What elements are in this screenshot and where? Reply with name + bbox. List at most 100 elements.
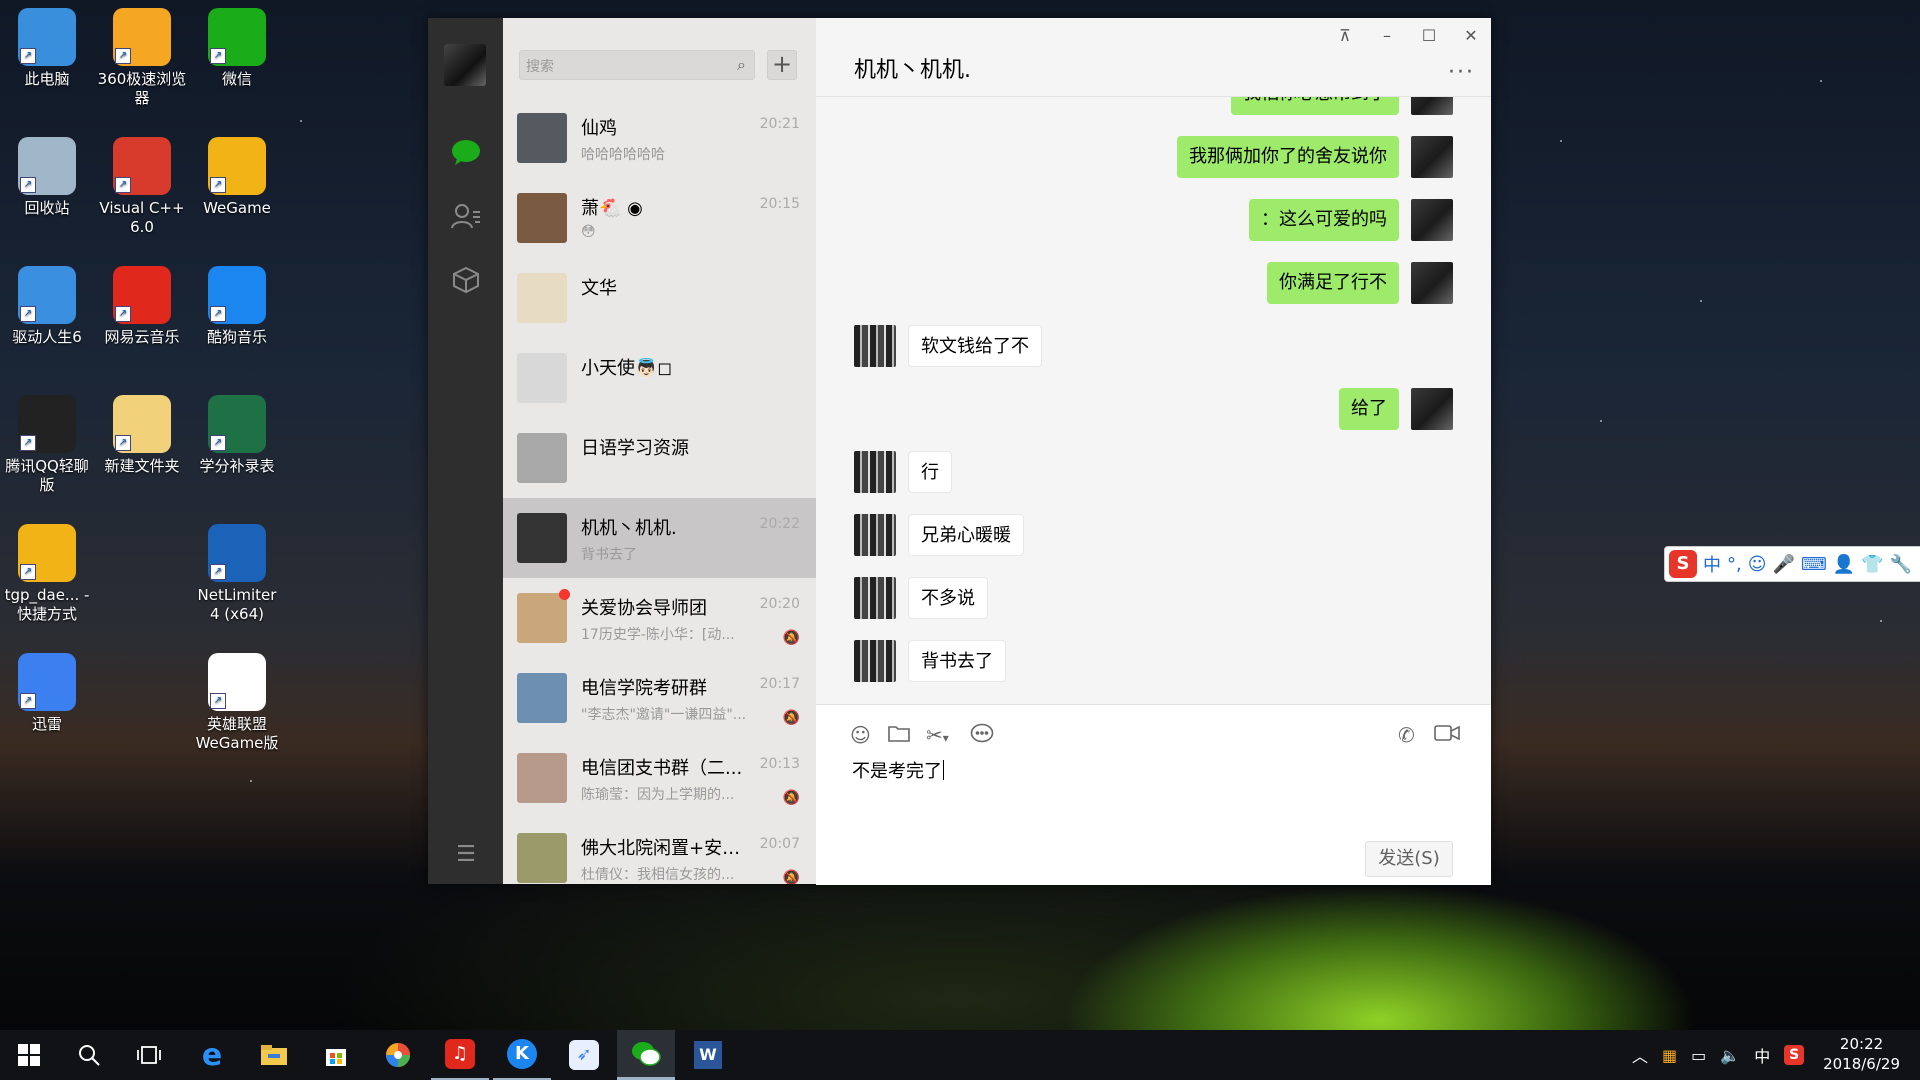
desktop-icon[interactable]: ↗ 迅雷: [2, 653, 92, 734]
desktop-icon[interactable]: ↗ 微信: [192, 8, 282, 89]
ime-toolbar[interactable]: S 中 °, ☺ 🎤 ⌨ 👤 👕 🔧: [1664, 546, 1920, 582]
desktop-icon[interactable]: ↗ WeGame: [192, 137, 282, 218]
netease-music-taskbar-icon[interactable]: ♫: [431, 1030, 489, 1080]
desktop-icon[interactable]: ↗ 酷狗音乐: [192, 266, 282, 347]
close-button[interactable]: ✕: [1459, 26, 1483, 45]
wechat-taskbar-icon[interactable]: [617, 1030, 675, 1080]
desktop-icon[interactable]: ↗ 学分补录表: [192, 395, 282, 476]
search-input[interactable]: 搜索 ⌕: [519, 50, 755, 80]
chat-list-item[interactable]: 佛大北院闲置+安利... 杜倩仪：我相信女孩的... 20:07 🔕: [503, 818, 816, 884]
my-message-avatar[interactable]: [1411, 97, 1453, 115]
message-bubble[interactable]: 你满足了行不: [1267, 262, 1399, 304]
ime-skin-shirt-icon[interactable]: 👕: [1861, 554, 1883, 575]
chat-list-item[interactable]: 萧🐔 ◉ 😳 20:15: [503, 178, 816, 258]
minimize-button[interactable]: –: [1375, 26, 1399, 45]
edge-browser-icon[interactable]: e: [183, 1030, 241, 1080]
message-bubble[interactable]: 不多说: [908, 577, 988, 619]
input-language-indicator[interactable]: 中: [1754, 1043, 1770, 1067]
my-message-avatar[interactable]: [1411, 136, 1453, 178]
browser-360-taskbar-icon[interactable]: [369, 1030, 427, 1080]
desktop-icon[interactable]: ↗ 回收站: [2, 137, 92, 218]
desktop-icon-label: 酷狗音乐: [206, 328, 267, 346]
start-button[interactable]: [0, 1030, 58, 1080]
ime-microphone-icon[interactable]: 🎤: [1773, 554, 1795, 575]
tray-expand-chevron-icon[interactable]: ︿: [1632, 1043, 1648, 1067]
taskbar-clock[interactable]: 20:22 2018/6/29: [1823, 1034, 1900, 1074]
menu-icon[interactable]: ☰: [448, 836, 484, 872]
contact-message-avatar[interactable]: [854, 451, 896, 493]
desktop-icon[interactable]: ↗ NetLimiter 4 (x64): [192, 524, 282, 624]
ime-settings-wrench-icon[interactable]: 🔧: [1890, 554, 1912, 575]
contact-message-avatar[interactable]: [854, 640, 896, 682]
message-bubble[interactable]: 我怕你心急吊到了: [1231, 97, 1399, 115]
video-call-icon[interactable]: [1434, 723, 1460, 747]
my-message-avatar[interactable]: [1411, 262, 1453, 304]
add-chat-button[interactable]: +: [767, 50, 797, 80]
my-message-avatar[interactable]: [1411, 199, 1453, 241]
desktop-icon[interactable]: ↗ Visual C++ 6.0: [97, 137, 187, 237]
ime-user-icon[interactable]: 👤: [1833, 554, 1855, 575]
desktop-icon[interactable]: ↗ 英雄联盟 WeGame版: [192, 653, 282, 753]
contact-message-avatar[interactable]: [854, 514, 896, 556]
chat-list-item[interactable]: 日语学习资源: [503, 418, 816, 498]
chat-bubble-icon[interactable]: [448, 134, 484, 170]
file-explorer-icon[interactable]: [245, 1030, 303, 1080]
store-icon[interactable]: [307, 1030, 365, 1080]
word-taskbar-icon[interactable]: W: [679, 1030, 737, 1080]
search-taskbar-icon[interactable]: [60, 1030, 118, 1080]
desktop-icon[interactable]: ↗ 腾讯QQ轻聊版: [2, 395, 92, 495]
message-bubble[interactable]: 给了: [1339, 388, 1399, 430]
chat-list-item[interactable]: 电信团支书群（二... 陈瑜莹：因为上学期的... 20:13 🔕: [503, 738, 816, 818]
message-bubble[interactable]: 我那俩加你了的舍友说你: [1177, 136, 1399, 178]
kugou-taskbar-icon[interactable]: K: [493, 1030, 551, 1080]
desktop-icon[interactable]: ↗ 驱动人生6: [2, 266, 92, 347]
favorites-box-icon[interactable]: [448, 262, 484, 298]
ime-punctuation-toggle[interactable]: °,: [1727, 554, 1742, 575]
maximize-button[interactable]: ☐: [1417, 26, 1441, 45]
chat-list-item[interactable]: 机机丶机机. 背书去了 20:22: [503, 498, 816, 578]
sogou-tray-icon[interactable]: S: [1784, 1045, 1805, 1065]
my-avatar[interactable]: [444, 44, 486, 86]
message-bubble[interactable]: 背书去了: [908, 640, 1006, 682]
volume-icon[interactable]: 🔈: [1720, 1046, 1740, 1065]
send-button[interactable]: 发送(S): [1365, 841, 1453, 877]
ime-keyboard-icon[interactable]: ⌨: [1801, 554, 1827, 575]
task-view-icon[interactable]: [120, 1030, 178, 1080]
message-input[interactable]: 不是考完了: [852, 757, 944, 783]
contact-message-avatar[interactable]: [854, 325, 896, 367]
emoji-icon[interactable]: ☺: [850, 723, 871, 747]
contact-message-avatar[interactable]: [854, 577, 896, 619]
voice-call-icon[interactable]: ✆: [1398, 723, 1415, 747]
ime-emoji-icon[interactable]: ☺: [1748, 554, 1767, 575]
message-bubble[interactable]: ：这么可爱的吗: [1249, 199, 1399, 241]
contacts-icon[interactable]: [448, 198, 484, 234]
folder-icon[interactable]: [888, 723, 910, 747]
chat-list-item[interactable]: 小天使👼🏻◻: [503, 338, 816, 418]
chat-list-item[interactable]: 仙鸡 哈哈哈哈哈哈 20:21: [503, 98, 816, 178]
message-list[interactable]: 我怕你心急吊到了我那俩加你了的舍友说你 ：这么可爱的吗你满足了行不软文钱给了不给了…: [816, 97, 1491, 703]
desktop-icon[interactable]: ↗ 360极速浏览器: [97, 8, 187, 108]
message-bubble[interactable]: 行: [908, 451, 952, 493]
pin-icon[interactable]: ⊼: [1333, 26, 1357, 45]
desktop-icon[interactable]: ↗ 网易云音乐: [97, 266, 187, 347]
message-bubble[interactable]: 软文钱给了不: [908, 325, 1042, 367]
desktop-icon-label: 英雄联盟 WeGame版: [195, 715, 279, 752]
battery-icon[interactable]: ▭: [1691, 1046, 1706, 1065]
chat-list-item[interactable]: 电信学院考研群 "李志杰"邀请"一谦四益"... 20:17 🔕: [503, 658, 816, 738]
shortcut-arrow-icon: ↗: [115, 306, 131, 322]
desktop-icon[interactable]: ↗ 新建文件夹: [97, 395, 187, 476]
message-bubble[interactable]: 兄弟心暖暖: [908, 514, 1024, 556]
tray-app-icon[interactable]: ▦: [1662, 1046, 1677, 1065]
chat-list-item[interactable]: 文华: [503, 258, 816, 338]
chat-list-item[interactable]: 关爱协会导师团 17历史学-陈小华：[动... 20:20 🔕: [503, 578, 816, 658]
screenshot-scissors-icon[interactable]: ✂▾: [926, 723, 949, 747]
ime-mode-toggle[interactable]: 中: [1703, 551, 1721, 577]
chat-preview: 17历史学-陈小华：[动...: [581, 627, 735, 643]
xunlei-taskbar-icon[interactable]: ➶: [555, 1030, 613, 1080]
my-message-avatar[interactable]: [1411, 388, 1453, 430]
desktop-icon[interactable]: ↗ 此电脑: [2, 8, 92, 89]
chat-history-icon[interactable]: [970, 723, 994, 750]
more-options-icon[interactable]: ···: [1448, 60, 1475, 85]
desktop-icon-label: 新建文件夹: [104, 457, 180, 475]
desktop-icon[interactable]: ↗ tgp_dae... - 快捷方式: [2, 524, 92, 624]
